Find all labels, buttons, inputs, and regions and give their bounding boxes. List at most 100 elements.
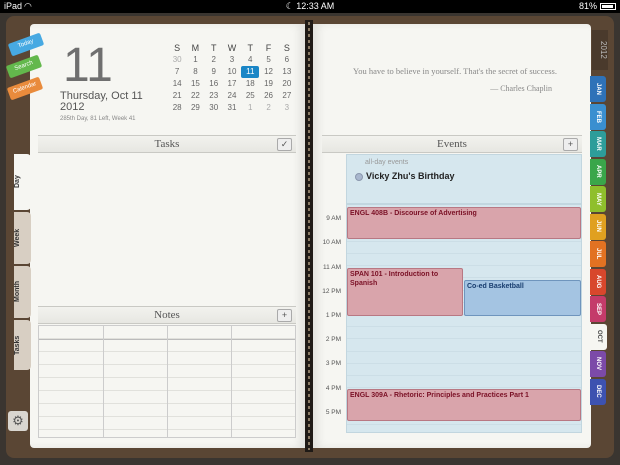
year-label: 2012 xyxy=(60,101,85,113)
month-tab-apr[interactable]: APR xyxy=(590,158,606,185)
tab-day[interactable]: Day xyxy=(14,154,31,210)
month-tab-nov[interactable]: NOV xyxy=(590,351,606,377)
calendar-day[interactable]: 8 xyxy=(186,66,204,78)
hour-label: 1 PM xyxy=(325,312,341,319)
calendar-day[interactable]: 21 xyxy=(168,90,186,102)
settings-button[interactable]: ⚙ xyxy=(8,411,28,431)
month-tab-dec[interactable]: DEC xyxy=(590,378,606,405)
hour-label: 2 PM xyxy=(325,336,341,343)
calendar-day[interactable]: 2 xyxy=(259,102,277,114)
big-day-number: 11 xyxy=(63,39,113,92)
all-day-label: all-day events xyxy=(365,159,409,166)
tab-week[interactable]: Week xyxy=(14,212,31,264)
calendar-day-today[interactable]: 11 xyxy=(241,66,260,78)
calendar-day[interactable]: 20 xyxy=(278,78,296,90)
calendar-week: 14 15 16 17 18 19 20 xyxy=(168,78,296,90)
quote-author: — Charles Chaplin xyxy=(490,84,552,93)
calendar-day[interactable]: 23 xyxy=(205,90,223,102)
status-bar: iPad ◠ ☾ 12:33 AM 81% xyxy=(0,0,620,13)
all-day-event[interactable]: Vicky Zhu's Birthday xyxy=(366,171,455,181)
month-tab-oct[interactable]: OCT xyxy=(589,323,607,350)
event-basketball[interactable]: Co-ed Basketball xyxy=(464,280,581,316)
calendar-day[interactable]: 14 xyxy=(168,78,186,90)
month-tab-mar[interactable]: MAR xyxy=(590,131,606,157)
calendar-day[interactable]: 29 xyxy=(186,102,204,114)
event-engl-309a[interactable]: ENGL 309A - Rhetoric: Principles and Pra… xyxy=(347,389,581,421)
notes-grid-column xyxy=(167,326,168,437)
calendar-day[interactable]: 18 xyxy=(241,78,259,90)
add-note-button[interactable]: + xyxy=(277,309,292,322)
calendar-day[interactable]: 7 xyxy=(168,66,186,78)
calendar-day[interactable]: 1 xyxy=(186,54,204,66)
mini-calendar: S M T W T F S 30 1 2 3 4 5 6 7 8 9 10 11… xyxy=(168,42,296,114)
notes-grid[interactable] xyxy=(38,325,296,438)
month-tab-jan[interactable]: JAN xyxy=(590,76,606,102)
tab-month[interactable]: Month xyxy=(14,266,31,318)
battery-percent: 81% xyxy=(578,1,597,11)
calendar-day[interactable]: 6 xyxy=(278,54,296,66)
calendar-day[interactable]: 5 xyxy=(259,54,277,66)
weekday-label: S xyxy=(283,43,290,53)
calendar-day[interactable]: 26 xyxy=(259,90,277,102)
events-title: Events xyxy=(437,138,467,150)
gear-icon: ⚙ xyxy=(12,413,24,428)
battery-icon xyxy=(600,3,616,11)
calendar-day[interactable]: 28 xyxy=(168,102,186,114)
calendar-day[interactable]: 17 xyxy=(223,78,241,90)
calendar-day[interactable]: 4 xyxy=(241,54,259,66)
calendar-day[interactable]: 27 xyxy=(278,90,296,102)
events-header: Events + xyxy=(322,135,582,153)
calendar-day[interactable]: 10 xyxy=(223,66,241,78)
calendar-day[interactable]: 25 xyxy=(241,90,259,102)
month-tab-jun[interactable]: JUN xyxy=(590,213,606,240)
hour-label: 5 PM xyxy=(325,409,341,416)
tasks-check-button[interactable]: ✓ xyxy=(277,138,292,151)
weekday-label: S xyxy=(174,43,181,53)
plus-icon: + xyxy=(281,310,288,320)
quote-text: You have to believe in yourself. That's … xyxy=(353,66,557,76)
battery-status: 81% xyxy=(579,0,616,13)
notes-grid-column xyxy=(231,326,232,437)
tab-tasks[interactable]: Tasks xyxy=(14,320,31,370)
month-tab-feb[interactable]: FEB xyxy=(590,103,606,130)
month-tab-may[interactable]: MAY xyxy=(590,186,606,212)
event-span-101[interactable]: SPAN 101 - Introduction to Spanish xyxy=(347,268,463,316)
add-event-button[interactable]: + xyxy=(563,138,578,151)
calendar-day[interactable]: 16 xyxy=(205,78,223,90)
weekday-label: W xyxy=(227,43,237,53)
calendar-day[interactable]: 1 xyxy=(241,102,259,114)
event-engl-408b[interactable]: ENGL 408B - Discourse of Advertising xyxy=(347,207,581,239)
calendar-day[interactable]: 30 xyxy=(168,54,186,66)
weekday-label: T xyxy=(247,43,254,53)
hour-label: 4 PM xyxy=(325,385,341,392)
calendar-week: 28 29 30 31 1 2 3 xyxy=(168,102,296,114)
calendar-week: 21 22 23 24 25 26 27 xyxy=(168,90,296,102)
calendar-day[interactable]: 3 xyxy=(278,102,296,114)
month-tab-aug[interactable]: AUG xyxy=(590,268,606,295)
calendar-day[interactable]: 31 xyxy=(223,102,241,114)
calendar-day[interactable]: 15 xyxy=(186,78,204,90)
calendar-day[interactable]: 12 xyxy=(259,66,277,78)
calendar-day[interactable]: 9 xyxy=(205,66,223,78)
year-tab[interactable]: 2012 xyxy=(592,30,608,70)
calendar-day[interactable]: 22 xyxy=(186,90,204,102)
all-day-events: all-day events Vicky Zhu's Birthday xyxy=(346,154,582,204)
month-tab-jul[interactable]: JUL xyxy=(590,241,606,267)
notes-grid-column xyxy=(103,326,104,437)
calendar-day[interactable]: 24 xyxy=(223,90,241,102)
notes-title: Notes xyxy=(154,309,180,321)
calendar-day[interactable]: 13 xyxy=(278,66,296,78)
calendar-week: 30 1 2 3 4 5 6 xyxy=(168,54,296,66)
checkmark-icon: ✓ xyxy=(280,139,289,149)
calendar-day[interactable]: 3 xyxy=(223,54,241,66)
calendar-day[interactable]: 2 xyxy=(205,54,223,66)
clock-time: 12:33 AM xyxy=(296,1,335,11)
weekday-label: F xyxy=(265,43,272,53)
month-tab-sep[interactable]: SEP xyxy=(590,296,606,322)
calendar-day[interactable]: 19 xyxy=(259,78,277,90)
tasks-title: Tasks xyxy=(154,138,180,150)
day-info: 285th Day, 81 Left, Week 41 xyxy=(60,116,136,122)
calendar-day[interactable]: 30 xyxy=(205,102,223,114)
weekday-header: S M T W T F S xyxy=(168,42,296,54)
clock: ☾ 12:33 AM xyxy=(0,0,620,13)
